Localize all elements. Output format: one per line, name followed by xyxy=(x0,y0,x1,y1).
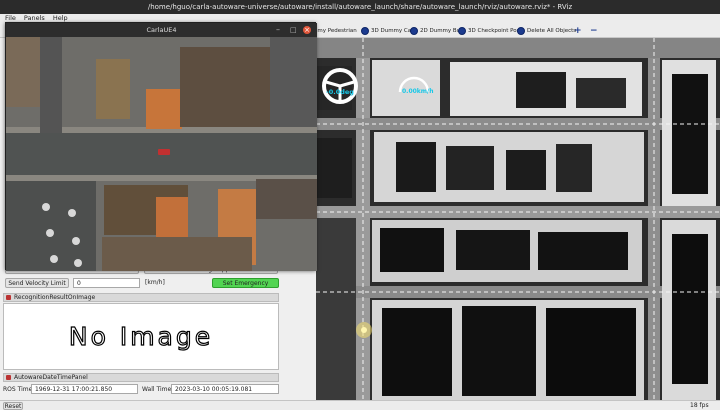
steering-angle-text: -0.0deg xyxy=(326,88,354,96)
carla-window-title: CarlaUE4 xyxy=(146,26,177,34)
panel-close-icon[interactable] xyxy=(6,375,11,380)
datetime-panel-title: AutowareDateTimePanel xyxy=(14,374,88,381)
no-image-placeholder: No Image xyxy=(68,321,214,351)
velocity-unit-label: [km/h] xyxy=(145,279,165,286)
tool-label: 3D Dummy Car xyxy=(371,27,414,34)
carla-window[interactable]: CarlaUE4 – □ × xyxy=(5,22,317,271)
tool-label: 3D Checkpoint Pose xyxy=(468,27,523,34)
wall-time-value: 2023-03-10 00:05:19.081 xyxy=(171,384,279,394)
tool-label: Delete All Objects xyxy=(527,27,577,34)
lanelet-map xyxy=(316,38,720,400)
velocity-limit-input[interactable]: 0 xyxy=(73,278,140,288)
bus-tool-icon xyxy=(410,26,418,35)
recognition-image-area: No Image xyxy=(3,303,279,370)
send-velocity-limit-button[interactable]: Send Velocity Limit xyxy=(5,278,69,288)
tool-label: 2D Dummy Bus xyxy=(420,27,464,34)
close-icon[interactable]: × xyxy=(303,26,311,34)
panel-close-icon[interactable] xyxy=(6,295,11,300)
car-tool-icon xyxy=(361,26,369,35)
window-title: /home/hguo/carla-autoware-universe/autow… xyxy=(0,0,720,14)
delete-tool-icon xyxy=(517,26,525,35)
tool-2d-dummy-bus[interactable]: 2D Dummy Bus xyxy=(410,25,463,36)
status-bar: Reset 18 fps xyxy=(0,400,720,410)
carla-title-bar[interactable]: CarlaUE4 – □ × xyxy=(6,23,317,37)
checkpoint-tool-icon xyxy=(458,26,466,35)
set-emergency-button[interactable]: Set Emergency xyxy=(212,278,279,288)
recognition-panel-title: RecognitionResultOnImage xyxy=(14,294,96,301)
remove-tool-button[interactable]: − xyxy=(590,25,598,36)
maximize-icon[interactable]: □ xyxy=(290,23,297,37)
tool-delete-all-objects[interactable]: Delete All Objects xyxy=(517,25,576,36)
wall-time-label: Wall Time: xyxy=(142,386,174,393)
tool-dummy-pedestrian[interactable]: mmy Pedestrian xyxy=(312,25,357,36)
reset-button[interactable]: Reset xyxy=(3,402,23,410)
tool-label: mmy Pedestrian xyxy=(312,27,357,34)
fps-indicator: 18 fps xyxy=(690,402,709,409)
datetime-panel-header: AutowareDateTimePanel xyxy=(3,373,279,382)
tool-3d-checkpoint-pose[interactable]: 3D Checkpoint Pose xyxy=(458,25,523,36)
add-tool-button[interactable]: + xyxy=(574,25,582,36)
ros-time-value: 1969-12-31 17:00:21.850 xyxy=(31,384,138,394)
carla-simulation-view xyxy=(6,37,317,271)
map-viewport[interactable]: -0.0deg 0.00km/h xyxy=(316,38,720,400)
minimize-icon[interactable]: – xyxy=(276,23,280,37)
speedometer-icon xyxy=(398,76,430,93)
carla-aerial-scene xyxy=(6,37,317,271)
recognition-panel-header: RecognitionResultOnImage xyxy=(3,293,279,302)
tool-3d-dummy-car[interactable]: 3D Dummy Car xyxy=(361,25,413,36)
steering-wheel-icon xyxy=(322,68,358,104)
ros-time-label: ROS Time: xyxy=(3,386,35,393)
speed-text: 0.00km/h xyxy=(402,88,434,95)
